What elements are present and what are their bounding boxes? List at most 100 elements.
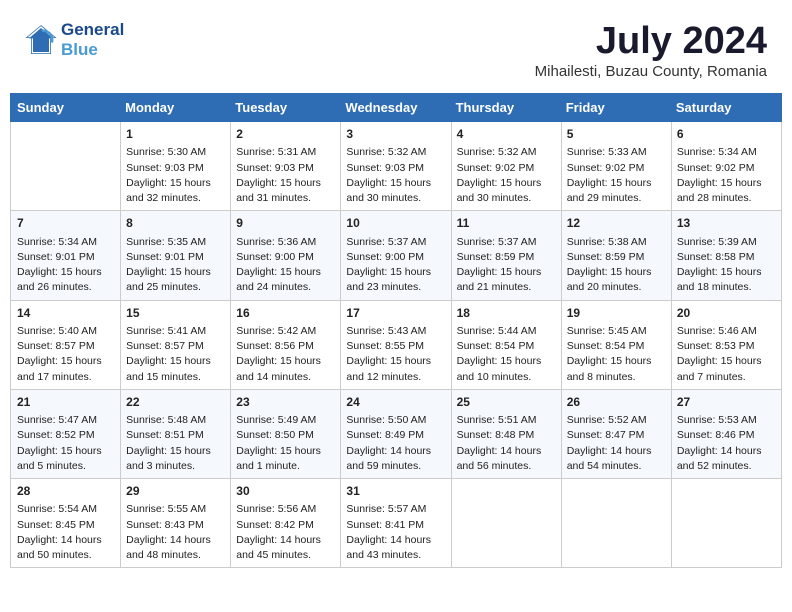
title-section: July 2024 Mihailesti, Buzau County, Roma…	[535, 20, 767, 80]
header-sunday: Sunday	[11, 94, 121, 122]
daylight-text: Daylight: 14 hours and 43 minutes.	[346, 533, 445, 563]
sunrise-text: Sunrise: 5:32 AM	[457, 145, 556, 160]
calendar-cell: 6Sunrise: 5:34 AMSunset: 9:02 PMDaylight…	[671, 122, 781, 211]
calendar-cell: 28Sunrise: 5:54 AMSunset: 8:45 PMDayligh…	[11, 479, 121, 568]
sunrise-text: Sunrise: 5:39 AM	[677, 235, 776, 250]
location-subtitle: Mihailesti, Buzau County, Romania	[535, 63, 767, 80]
sunset-text: Sunset: 8:54 PM	[457, 339, 556, 354]
daylight-text: Daylight: 15 hours and 30 minutes.	[457, 176, 556, 206]
daylight-text: Daylight: 15 hours and 8 minutes.	[567, 354, 666, 384]
calendar-cell	[671, 479, 781, 568]
calendar-cell: 26Sunrise: 5:52 AMSunset: 8:47 PMDayligh…	[561, 389, 671, 478]
sunrise-text: Sunrise: 5:54 AM	[17, 502, 115, 517]
daylight-text: Daylight: 15 hours and 21 minutes.	[457, 265, 556, 295]
sunset-text: Sunset: 8:48 PM	[457, 428, 556, 443]
day-number: 11	[457, 215, 556, 232]
sunset-text: Sunset: 8:45 PM	[17, 518, 115, 533]
day-number: 15	[126, 305, 225, 322]
calendar-cell: 4Sunrise: 5:32 AMSunset: 9:02 PMDaylight…	[451, 122, 561, 211]
sunset-text: Sunset: 9:00 PM	[346, 250, 445, 265]
daylight-text: Daylight: 15 hours and 29 minutes.	[567, 176, 666, 206]
daylight-text: Daylight: 15 hours and 26 minutes.	[17, 265, 115, 295]
header-saturday: Saturday	[671, 94, 781, 122]
day-number: 10	[346, 215, 445, 232]
calendar-cell: 9Sunrise: 5:36 AMSunset: 9:00 PMDaylight…	[231, 211, 341, 300]
sunrise-text: Sunrise: 5:38 AM	[567, 235, 666, 250]
day-number: 9	[236, 215, 335, 232]
sunrise-text: Sunrise: 5:44 AM	[457, 324, 556, 339]
calendar-cell: 3Sunrise: 5:32 AMSunset: 9:03 PMDaylight…	[341, 122, 451, 211]
calendar-cell: 8Sunrise: 5:35 AMSunset: 9:01 PMDaylight…	[121, 211, 231, 300]
sunrise-text: Sunrise: 5:40 AM	[17, 324, 115, 339]
calendar-week-1: 1Sunrise: 5:30 AMSunset: 9:03 PMDaylight…	[11, 122, 782, 211]
page-header: General Blue July 2024 Mihailesti, Buzau…	[10, 10, 782, 85]
day-number: 6	[677, 126, 776, 143]
daylight-text: Daylight: 14 hours and 59 minutes.	[346, 444, 445, 474]
day-number: 16	[236, 305, 335, 322]
calendar-cell: 5Sunrise: 5:33 AMSunset: 9:02 PMDaylight…	[561, 122, 671, 211]
sunrise-text: Sunrise: 5:50 AM	[346, 413, 445, 428]
sunrise-text: Sunrise: 5:41 AM	[126, 324, 225, 339]
calendar-cell: 16Sunrise: 5:42 AMSunset: 8:56 PMDayligh…	[231, 300, 341, 389]
day-number: 29	[126, 483, 225, 500]
sunrise-text: Sunrise: 5:43 AM	[346, 324, 445, 339]
daylight-text: Daylight: 15 hours and 20 minutes.	[567, 265, 666, 295]
sunrise-text: Sunrise: 5:45 AM	[567, 324, 666, 339]
day-number: 4	[457, 126, 556, 143]
calendar-cell: 10 Sunrise: 5:37 AMSunset: 9:00 PMDayligh…	[341, 211, 451, 300]
day-number: 19	[567, 305, 666, 322]
calendar-cell: 19 Sunrise: 5:45 AMSunset: 8:54 PMDayligh…	[561, 300, 671, 389]
sunset-text: Sunset: 8:46 PM	[677, 428, 776, 443]
daylight-text: Daylight: 15 hours and 15 minutes.	[126, 354, 225, 384]
sunset-text: Sunset: 8:55 PM	[346, 339, 445, 354]
sunset-text: Sunset: 9:01 PM	[126, 250, 225, 265]
daylight-text: Daylight: 15 hours and 17 minutes.	[17, 354, 115, 384]
calendar-cell: 14Sunrise: 5:40 AMSunset: 8:57 PMDayligh…	[11, 300, 121, 389]
sunrise-text: Sunrise: 5:49 AM	[236, 413, 335, 428]
calendar-cell	[11, 122, 121, 211]
calendar-week-4: 21Sunrise: 5:47 AMSunset: 8:52 PMDayligh…	[11, 389, 782, 478]
daylight-text: Daylight: 15 hours and 28 minutes.	[677, 176, 776, 206]
daylight-text: Daylight: 15 hours and 31 minutes.	[236, 176, 335, 206]
sunset-text: Sunset: 9:02 PM	[677, 161, 776, 176]
sunset-text: Sunset: 8:54 PM	[567, 339, 666, 354]
sunset-text: Sunset: 9:03 PM	[346, 161, 445, 176]
calendar-week-3: 14Sunrise: 5:40 AMSunset: 8:57 PMDayligh…	[11, 300, 782, 389]
day-number: 31	[346, 483, 445, 500]
calendar-cell: 25Sunrise: 5:51 AMSunset: 8:48 PMDayligh…	[451, 389, 561, 478]
sunrise-text: Sunrise: 5:53 AM	[677, 413, 776, 428]
logo-text: General Blue	[61, 20, 124, 61]
header-tuesday: Tuesday	[231, 94, 341, 122]
daylight-text: Daylight: 15 hours and 12 minutes.	[346, 354, 445, 384]
sunrise-text: Sunrise: 5:34 AM	[17, 235, 115, 250]
header-thursday: Thursday	[451, 94, 561, 122]
calendar-cell: 23Sunrise: 5:49 AMSunset: 8:50 PMDayligh…	[231, 389, 341, 478]
day-number: 2	[236, 126, 335, 143]
calendar-cell: 2Sunrise: 5:31 AMSunset: 9:03 PMDaylight…	[231, 122, 341, 211]
day-number: 13	[677, 215, 776, 232]
sunset-text: Sunset: 9:03 PM	[236, 161, 335, 176]
calendar-week-2: 7Sunrise: 5:34 AMSunset: 9:01 PMDaylight…	[11, 211, 782, 300]
daylight-text: Daylight: 14 hours and 48 minutes.	[126, 533, 225, 563]
sunrise-text: Sunrise: 5:47 AM	[17, 413, 115, 428]
daylight-text: Daylight: 15 hours and 14 minutes.	[236, 354, 335, 384]
daylight-text: Daylight: 15 hours and 23 minutes.	[346, 265, 445, 295]
sunset-text: Sunset: 9:00 PM	[236, 250, 335, 265]
sunset-text: Sunset: 8:57 PM	[17, 339, 115, 354]
day-number: 28	[17, 483, 115, 500]
calendar-week-5: 28 Sunrise: 5:54 AMSunset: 8:45 PM Dayligh…	[11, 479, 782, 568]
daylight-text: Daylight: 14 hours and 54 minutes.	[567, 444, 666, 474]
sunset-text: Sunset: 8:53 PM	[677, 339, 776, 354]
sunset-text: Sunset: 9:01 PM	[17, 250, 115, 265]
calendar-cell: 13Sunrise: 5:39 AMSunset: 8:58 PMDayligh…	[671, 211, 781, 300]
sunset-text: Sunset: 8:50 PM	[236, 428, 335, 443]
calendar-header-row: SundayMondayTuesdayWednesdayThursdayFrid…	[11, 94, 782, 122]
sunrise-text: Sunrise: 5:33 AM	[567, 145, 666, 160]
header-friday: Friday	[561, 94, 671, 122]
daylight-text: Daylight: 14 hours and 52 minutes.	[677, 444, 776, 474]
daylight-text: Daylight: 15 hours and 3 minutes.	[126, 444, 225, 474]
calendar-cell: 24Sunrise: 5:50 AMSunset: 8:49 PMDayligh…	[341, 389, 451, 478]
daylight-text: Daylight: 15 hours and 5 minutes.	[17, 444, 115, 474]
sunrise-text: Sunrise: 5:37 AM	[346, 235, 445, 250]
calendar-cell: 30Sunrise: 5:56 AMSunset: 8:42 PMDayligh…	[231, 479, 341, 568]
